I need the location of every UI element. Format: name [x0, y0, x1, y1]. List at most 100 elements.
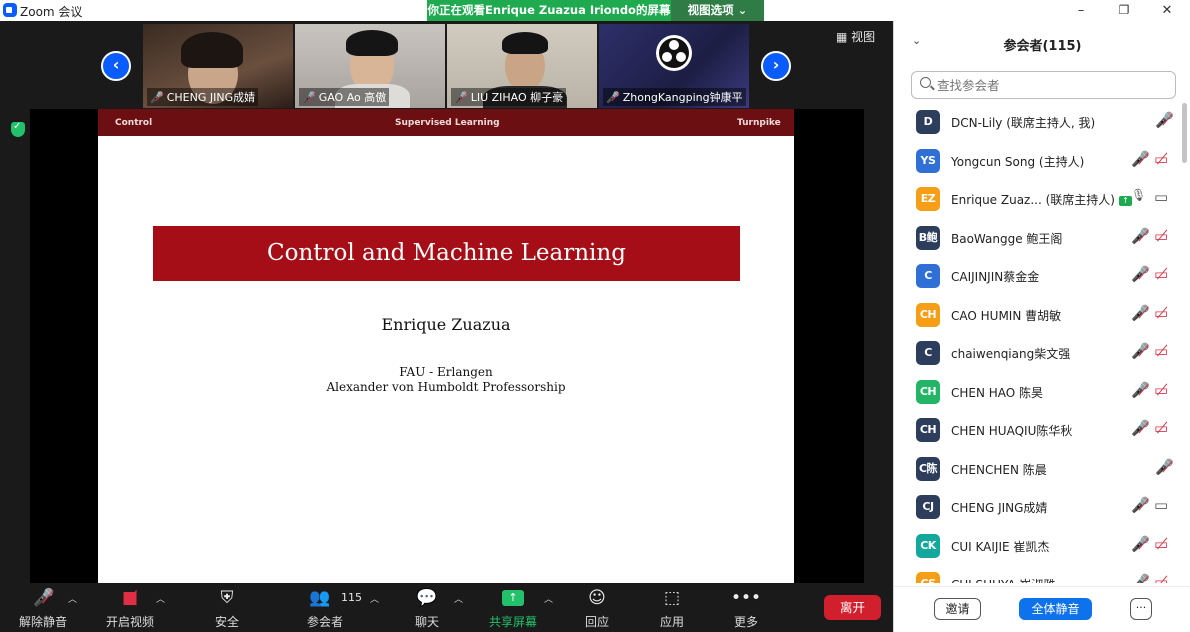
caret-up-icon[interactable]: ︿ [454, 592, 463, 605]
video-on-icon[interactable]: ▭ [1154, 496, 1168, 514]
video-thumbnail[interactable]: 🎤̸ CHENG JING成婧 [143, 24, 293, 108]
caret-up-icon[interactable]: ︿ [68, 592, 77, 605]
more-options-button[interactable]: ··· [1130, 598, 1152, 620]
encryption-shield-icon[interactable] [11, 121, 25, 137]
participant-name: CUI SHUYA 崔淑雅 [951, 576, 1055, 583]
video-on-icon[interactable]: ▭ [1154, 188, 1168, 206]
participant-row[interactable]: CS CUI SHUYA 崔淑雅 🎤̸ ▭̸ [894, 565, 1182, 583]
video-off-icon[interactable]: ▭̸ [1154, 381, 1168, 399]
avatar: B鲍 [916, 225, 940, 250]
avatar: D [916, 110, 940, 134]
apps-button[interactable]: ⬚ 应用 [643, 583, 701, 632]
video-off-icon[interactable]: ▭̸ [1154, 535, 1168, 553]
video-off-icon[interactable]: ▭̸ [1154, 265, 1168, 283]
participant-list[interactable]: D DCN-Lily (联席主持人, 我) 🎤̸ YS Yongcun Song (主持… [894, 103, 1182, 583]
video-thumbnail[interactable]: 🎤̸ ZhongKangping钟康平 [599, 24, 749, 108]
participant-row[interactable]: B鲍 BaoWangge 鲍王阁 🎤̸ ▭̸ [894, 219, 1182, 258]
thumbnail-name: 🎤̸ GAO Ao 高傲 [299, 88, 390, 106]
minimize-button[interactable]: – [1060, 0, 1102, 21]
caret-up-icon[interactable]: ︿ [544, 592, 553, 605]
muted-mic-icon: 🎤̸ [606, 91, 620, 104]
mic-muted-icon[interactable]: 🎤̸ [1131, 496, 1150, 514]
mic-muted-icon[interactable]: 🎤̸ [1131, 227, 1150, 245]
mic-on-icon[interactable]: 🎙 [1131, 188, 1146, 202]
participant-row[interactable]: CH CHEN HAO 陈昊 🎤̸ ▭̸ [894, 373, 1182, 412]
scrollbar[interactable] [1182, 103, 1187, 163]
video-off-icon[interactable]: ▭̸ [1154, 419, 1168, 437]
mic-muted-icon[interactable]: 🎤̸ [1131, 150, 1150, 168]
video-thumbnail[interactable]: 🎤̸ LIU ZIHAO 柳子豪 [447, 24, 597, 108]
mic-muted-icon[interactable]: 🎤̸ [1155, 458, 1174, 476]
mic-muted-icon[interactable]: 🎤̸ [1131, 381, 1150, 399]
restore-button[interactable]: ❐ [1103, 0, 1145, 21]
shield-icon: ⛨ [220, 588, 234, 608]
participant-row[interactable]: C CAIJINJIN蔡金金 🎤̸ ▭̸ [894, 257, 1182, 296]
view-button[interactable]: ▦ 视图 [836, 28, 875, 45]
mic-muted-icon[interactable]: 🎤̸ [1155, 111, 1174, 129]
mic-muted-icon[interactable]: 🎤̸ [1131, 304, 1150, 322]
participant-name: CHENCHEN 陈晨 [951, 462, 1047, 477]
search-input[interactable] [937, 75, 1167, 95]
video-off-icon[interactable]: ▭̸ [1154, 150, 1168, 168]
view-options-button[interactable]: 视图选项 ⌄ [671, 0, 764, 21]
mic-muted-icon[interactable]: 🎤̸ [1131, 342, 1150, 360]
mic-muted-icon[interactable]: 🎤̸ [1131, 573, 1150, 583]
security-button[interactable]: ⛨ 安全 [198, 583, 256, 632]
thumbnail-name: 🎤̸ ZhongKangping钟康平 [603, 88, 746, 106]
muted-mic-icon: 🎤̸ [454, 91, 468, 104]
invite-button[interactable]: 邀请 [934, 598, 981, 620]
participant-row[interactable]: C陈 CHENCHEN 陈晨 🎤̸ [894, 450, 1182, 489]
participant-hair [346, 30, 398, 56]
leave-button[interactable]: 离开 [824, 595, 881, 620]
zoom-logo-icon [3, 3, 17, 17]
slide-header-center: Supervised Learning [395, 118, 500, 128]
meeting-area: ‹ 🎤̸ CHENG JING成婧 🎤̸ GAO Ao 高傲 🎤̸ LIU ZIHAO… [0, 21, 893, 632]
participant-search[interactable] [911, 71, 1176, 99]
mic-muted-icon[interactable]: 🎤̸ [1131, 265, 1150, 283]
mic-muted-icon[interactable]: 🎤̸ [1131, 535, 1150, 553]
more-button[interactable]: ••• 更多 [717, 583, 775, 632]
video-off-icon[interactable]: ▭̸ [1154, 573, 1168, 583]
avatar: CH [916, 379, 940, 404]
participant-name: chaiwenqiang柴文强 [951, 347, 1071, 361]
participant-row[interactable]: Cchaiwenqiang柴文强 🎤̸ ▭̸ [894, 334, 1182, 373]
reactions-button[interactable]: ☺ 回应 [568, 583, 626, 632]
participant-row[interactable]: YS Yongcun Song (主持人) 🎤̸ ▭̸ [894, 142, 1182, 181]
meeting-toolbar: 🎤̸ 解除静音 ︿ ■̸ 开启视频 ︿ ⛨ 安全 👥 参会者 115 ︿ 💬 聊… [0, 583, 893, 632]
share-screen-icon: ↑ [502, 590, 524, 606]
caret-up-icon[interactable]: ︿ [370, 592, 379, 605]
mic-muted-icon: 🎤̸ [33, 588, 55, 608]
window-title: Zoom 会议 [20, 5, 83, 19]
avatar: CH [916, 418, 940, 442]
close-button[interactable]: ✕ [1146, 0, 1188, 21]
participant-name: Enrique Zuaz... (联席主持人) ↑ [951, 191, 1132, 208]
grid-icon: ▦ [836, 30, 852, 44]
unmute-button[interactable]: 🎤̸ 解除静音 [14, 583, 72, 632]
shared-screen[interactable]: Control Supervised Learning Turnpike Con… [30, 109, 864, 583]
share-screen-button[interactable]: ↑ 共享屏幕 [484, 583, 542, 632]
video-off-icon[interactable]: ▭̸ [1154, 304, 1168, 322]
participant-row[interactable]: CK CUI KAIJIE 崔凯杰 🎤̸ ▭̸ [894, 527, 1182, 566]
participant-row[interactable]: EZ Enrique Zuaz... (联席主持人) ↑ 🎙 ▭ [894, 180, 1182, 219]
participant-row[interactable]: CH CHEN HUAQIU陈华秋 🎤̸ ▭̸ [894, 411, 1182, 450]
participant-row[interactable]: CJ CHENG JING成婧 🎤̸ ▭ [894, 488, 1182, 527]
slide-header-right: Turnpike [737, 118, 781, 128]
panel-footer: 邀请 全体静音 ··· [894, 586, 1190, 632]
video-off-icon[interactable]: ▭̸ [1154, 227, 1168, 245]
video-off-icon[interactable]: ▭̸ [1154, 342, 1168, 360]
panel-header: ⌄ 参会者(115) [894, 21, 1190, 65]
video-thumbnail[interactable]: 🎤̸ GAO Ao 高傲 [295, 24, 445, 108]
participant-name: DCN-Lily (联席主持人, 我) [951, 116, 1096, 130]
apps-icon: ⬚ [663, 588, 681, 608]
participant-row[interactable]: CH CAO HUMIN 曹胡敏 🎤̸ ▭̸ [894, 296, 1182, 335]
chat-button[interactable]: 💬 聊天 [398, 583, 456, 632]
participant-hair [502, 32, 548, 54]
start-video-button[interactable]: ■̸ 开启视频 [101, 583, 159, 632]
next-page-arrow-icon[interactable]: › [761, 51, 791, 81]
avatar: EZ [916, 187, 940, 211]
previous-page-arrow-icon[interactable]: ‹ [101, 51, 131, 81]
mute-all-button[interactable]: 全体静音 [1019, 598, 1092, 620]
caret-up-icon[interactable]: ︿ [156, 592, 165, 605]
participant-row[interactable]: D DCN-Lily (联席主持人, 我) 🎤̸ [894, 103, 1182, 142]
mic-muted-icon[interactable]: 🎤̸ [1131, 419, 1150, 437]
